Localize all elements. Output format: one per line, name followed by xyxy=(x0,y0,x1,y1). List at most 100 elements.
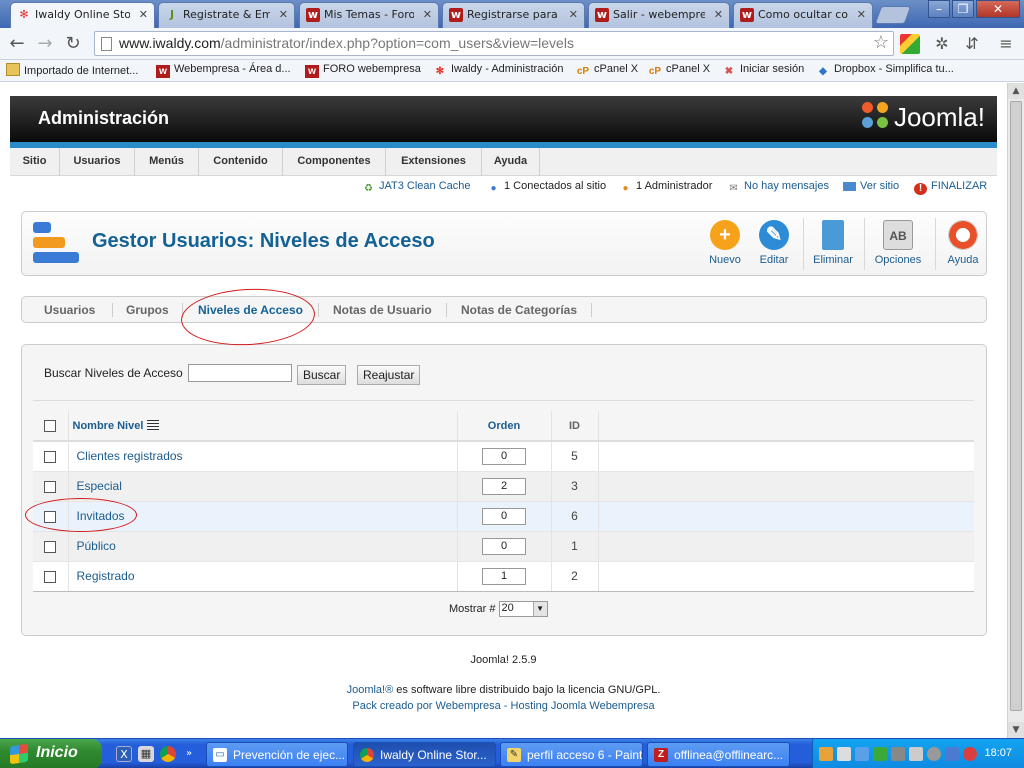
admin-status-bar: ♻ JAT3 Clean Cache ● 1 Conectados al sitio… xyxy=(10,176,997,198)
minimize-button[interactable]: – xyxy=(928,0,950,18)
menu-ayuda[interactable]: Ayuda xyxy=(482,148,540,176)
extension-bug-icon[interactable]: ✲ xyxy=(932,34,952,54)
help-button[interactable]: Ayuda xyxy=(944,220,982,266)
menu-usuarios[interactable]: Usuarios xyxy=(60,148,135,176)
row-checkbox[interactable] xyxy=(44,451,57,464)
close-tab-icon[interactable]: ✕ xyxy=(857,8,866,21)
bookmark-star-icon[interactable]: ☆ xyxy=(873,32,889,53)
browser-tab-5[interactable]: w Salir - webempresa ✕ xyxy=(588,2,730,28)
tab-grupos[interactable]: Grupos xyxy=(126,303,169,317)
tray-icon[interactable] xyxy=(855,747,869,761)
row-checkbox[interactable] xyxy=(44,480,57,493)
bookmark-item[interactable]: w FORO webempresa xyxy=(305,63,421,78)
extension-icon[interactable] xyxy=(900,34,920,54)
logout-link[interactable]: ! FINALIZAR xyxy=(914,180,987,195)
level-name-link[interactable]: Clientes registrados xyxy=(68,441,458,472)
edit-button[interactable]: ✎ Editar xyxy=(756,220,792,266)
bookmark-item[interactable]: Importado de Internet... xyxy=(6,63,138,77)
order-input[interactable]: 0 xyxy=(482,447,526,465)
scroll-down-icon[interactable]: ▼ xyxy=(1008,722,1024,738)
clean-cache-link[interactable]: ♻ JAT3 Clean Cache xyxy=(362,180,471,195)
search-input[interactable] xyxy=(188,364,292,382)
download-icon[interactable]: ⇵ xyxy=(962,34,982,54)
browser-tab-6[interactable]: w Como ocultar cont ✕ xyxy=(733,2,873,28)
order-input[interactable]: 0 xyxy=(482,537,526,555)
close-window-button[interactable]: ✕ xyxy=(976,0,1020,18)
tray-icon[interactable] xyxy=(909,747,923,761)
messages-link[interactable]: ✉ No hay mensajes xyxy=(727,180,829,195)
taskbar-item[interactable]: Iwaldy Online Stor... xyxy=(353,742,496,767)
close-tab-icon[interactable]: ✕ xyxy=(423,8,432,21)
bookmark-item[interactable]: cP cPanel X xyxy=(648,63,710,78)
delete-button[interactable]: Eliminar xyxy=(811,220,855,266)
credits-link[interactable]: Pack creado por Webempresa - Hosting Joo… xyxy=(0,700,1007,712)
row-checkbox[interactable] xyxy=(44,570,57,583)
scroll-up-icon[interactable]: ▲ xyxy=(1008,83,1024,99)
reset-button[interactable]: Reajustar xyxy=(357,365,421,385)
close-tab-icon[interactable]: ✕ xyxy=(279,8,288,21)
column-name-header[interactable]: Nombre Nivel xyxy=(68,411,458,442)
order-input[interactable]: 2 xyxy=(482,477,526,495)
close-tab-icon[interactable]: ✕ xyxy=(714,8,723,21)
calculator-icon[interactable]: ▦ xyxy=(138,746,154,762)
tray-icon[interactable] xyxy=(891,747,905,761)
row-spacer xyxy=(598,471,974,502)
menu-sitio[interactable]: Sitio xyxy=(10,148,60,176)
close-tab-icon[interactable]: ✕ xyxy=(569,8,578,21)
menu-extensiones[interactable]: Extensiones xyxy=(386,148,482,176)
menu-icon[interactable]: ≡ xyxy=(996,34,1016,54)
bookmark-item[interactable]: ✻ Iwaldy - Administración xyxy=(433,63,564,78)
row-checkbox[interactable] xyxy=(44,540,57,553)
limit-select[interactable]: 20 ▼ xyxy=(498,601,548,617)
close-tab-icon[interactable]: ✕ xyxy=(139,8,148,21)
tab-usuarios[interactable]: Usuarios xyxy=(44,303,95,317)
tray-icon[interactable] xyxy=(963,747,977,761)
browser-tab-4[interactable]: w Registrarse para le ✕ xyxy=(442,2,585,28)
new-tab-button[interactable] xyxy=(874,6,912,24)
level-name-link[interactable]: Registrado xyxy=(68,561,458,592)
bookmark-item[interactable]: w Webempresa - Área d... xyxy=(156,63,291,78)
maximize-button[interactable]: ❐ xyxy=(952,0,974,18)
chevron-right-icon[interactable]: » xyxy=(184,746,194,762)
column-order-header[interactable]: Orden xyxy=(457,411,552,442)
tray-icon[interactable] xyxy=(819,747,833,761)
joomla-link[interactable]: Joomla!® xyxy=(347,684,394,696)
menu-menus[interactable]: Menús xyxy=(135,148,199,176)
taskbar-item[interactable]: ✎ perfil acceso 6 - Paint xyxy=(500,742,643,767)
browser-tab-1[interactable]: ✻ Iwaldy Online Stor ✕ xyxy=(10,2,155,29)
view-site-link[interactable]: Ver sitio xyxy=(843,180,899,192)
menu-componentes[interactable]: Componentes xyxy=(283,148,386,176)
column-id-header[interactable]: ID xyxy=(551,411,599,442)
search-button[interactable]: Buscar xyxy=(297,365,347,385)
options-button[interactable]: AB Opciones xyxy=(872,220,924,266)
scrollbar-thumb[interactable] xyxy=(1010,101,1022,711)
tab-notas-de-usuario[interactable]: Notas de Usuario xyxy=(333,303,432,317)
select-all-checkbox[interactable] xyxy=(44,419,57,432)
back-arrow-icon[interactable]: ← xyxy=(6,33,28,54)
tray-icon[interactable] xyxy=(873,747,887,761)
start-button[interactable]: Inicio xyxy=(0,739,102,768)
bookmark-item[interactable]: ✖ Iniciar sesión xyxy=(722,63,804,78)
forward-arrow-icon[interactable]: → xyxy=(34,33,56,54)
reload-icon[interactable]: ↻ xyxy=(62,33,84,54)
tray-icon[interactable] xyxy=(945,747,959,761)
taskbar-item[interactable]: ▭ Prevención de ejec... xyxy=(206,742,348,767)
chrome-icon[interactable] xyxy=(160,746,176,762)
new-button[interactable]: + Nuevo xyxy=(706,220,744,266)
menu-contenido[interactable]: Contenido xyxy=(199,148,283,176)
bookmark-item[interactable]: cP cPanel X xyxy=(576,63,638,78)
order-input[interactable]: 0 xyxy=(482,507,526,525)
level-name-link[interactable]: Público xyxy=(68,531,458,562)
tray-icon[interactable] xyxy=(837,747,851,761)
address-bar[interactable]: www.iwaldy.com/administrator/index.php?o… xyxy=(94,31,894,56)
order-input[interactable]: 1 xyxy=(482,567,526,585)
browser-tab-3[interactable]: w Mis Temas - Foro J ✕ xyxy=(299,2,439,28)
level-name-link[interactable]: Especial xyxy=(68,471,458,502)
vertical-scrollbar[interactable]: ▲ ▼ xyxy=(1007,83,1024,738)
tab-notas-de-categorias[interactable]: Notas de Categorías xyxy=(461,303,577,317)
taskbar-item[interactable]: Zofflinea@offlinearc... xyxy=(647,742,790,767)
x-app-icon[interactable]: X xyxy=(116,746,132,762)
browser-tab-2[interactable]: J Registrate & Empie ✕ xyxy=(158,2,295,28)
bookmark-item[interactable]: ◆ Dropbox - Simplifica tu... xyxy=(816,63,954,78)
tray-icon[interactable] xyxy=(927,747,941,761)
